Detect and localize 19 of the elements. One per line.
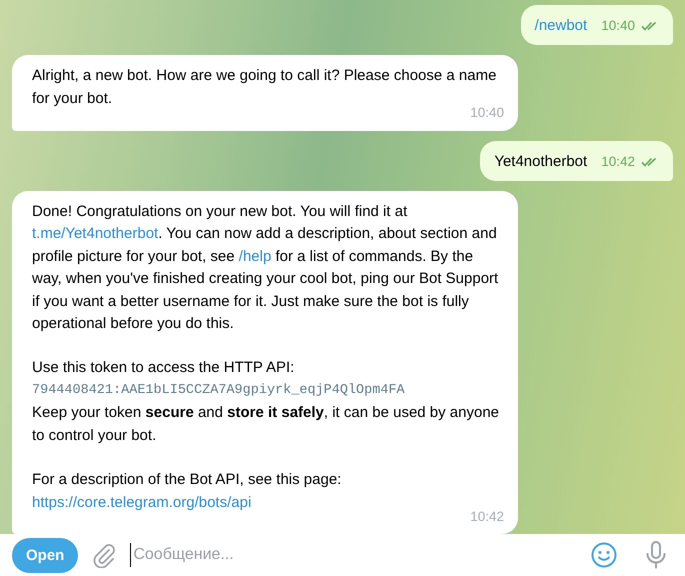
message-text: Yet4notherbot xyxy=(494,152,588,172)
bot-token[interactable]: 7944408421:AAE1bLI5CCZA7A9gpiyrk_eqjP4QlOpm4FA xyxy=(32,380,504,402)
message-time: 10:42 xyxy=(470,508,504,526)
message-time: 10:42 xyxy=(601,152,635,171)
smiley-icon[interactable] xyxy=(591,542,617,568)
link[interactable]: t.me/Yet4notherbot xyxy=(32,225,158,242)
link[interactable]: /help xyxy=(238,248,272,265)
double-check-icon xyxy=(641,156,659,167)
open-button[interactable]: Open xyxy=(12,538,78,573)
message-text: Done! Congratulations on your new bot. You will find it at t.me/Yet4notherbot. You can now add a description, about section and profile picture for your bot, see /help for a list of commands. By the way, when you've finished creating your cool bot, ping our Bot Support if you want a better username for it. Just make sure the bot is fully operational before you do this. xyxy=(32,202,500,334)
paperclip-icon[interactable] xyxy=(92,542,116,568)
message-time: 10:40 xyxy=(601,17,635,35)
microphone-icon[interactable] xyxy=(645,541,667,570)
link[interactable]: https://core.telegram.org/bots/api xyxy=(32,494,252,510)
double-check-icon xyxy=(641,21,659,32)
message-text: Use this token to access the HTTP API: xyxy=(32,358,296,378)
message-text: Keep your token secure and store it safely, it can be used by anyone to control your bot. xyxy=(32,403,500,446)
message-text: For a description of the Bot API, see this page: xyxy=(32,470,342,490)
link[interactable]: /newbot xyxy=(534,17,588,34)
